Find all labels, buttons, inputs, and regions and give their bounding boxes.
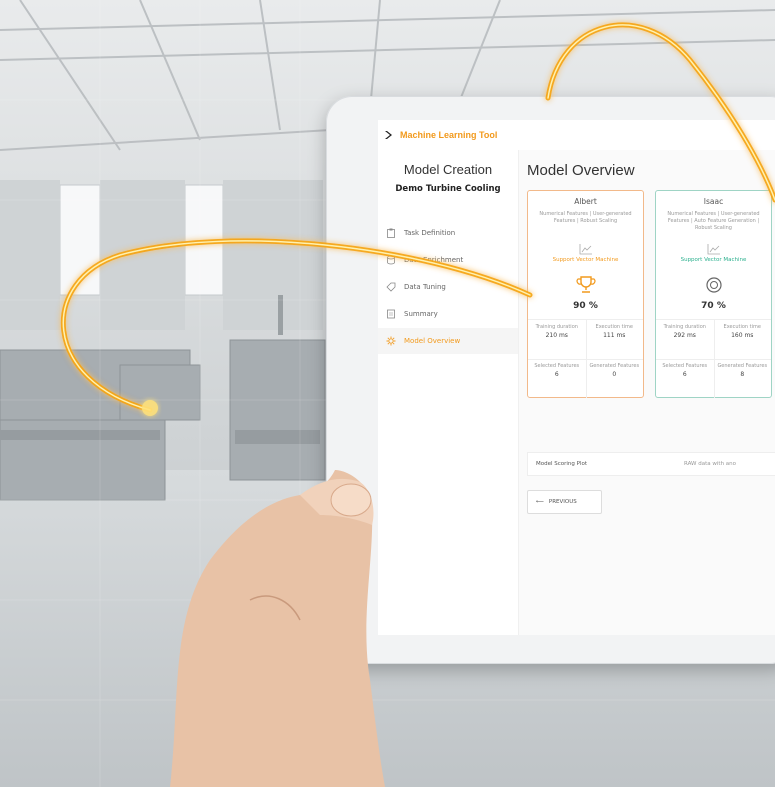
sidebar-item-label: Task Definition	[404, 229, 456, 237]
app-screen: Machine Learning Tool Model Creation Dem…	[378, 120, 775, 635]
gear-icon	[386, 336, 396, 346]
model-card-albert[interactable]: Albert Numerical Features | User-generat…	[527, 190, 644, 398]
metric-execution-time: Execution time 111 ms	[585, 320, 643, 360]
app-title: Machine Learning Tool	[400, 130, 498, 140]
metric-generated-features: Generated Features 8	[717, 363, 768, 378]
metric-execution-time: Execution time 160 ms	[713, 320, 771, 360]
sidebar-item-data-tuning[interactable]: Data Tuning	[378, 274, 518, 300]
model-card-isaac[interactable]: Isaac Numerical Features | User-generate…	[655, 190, 772, 398]
medal-icon	[705, 277, 722, 293]
sidebar-item-label: Data Tuning	[404, 283, 446, 291]
line-chart-icon	[579, 244, 592, 255]
model-score: 90 %	[573, 301, 598, 311]
sidebar-item-label: Model Overview	[404, 337, 461, 345]
model-description: Numerical Features | User-generated Feat…	[667, 211, 760, 231]
project-name: Demo Turbine Cooling	[395, 184, 501, 194]
previous-button-label: PREVIOUS	[548, 499, 577, 505]
app-logo-icon	[385, 131, 392, 139]
line-chart-icon	[707, 244, 720, 255]
arrow-left-icon: ⟵	[536, 499, 544, 505]
algorithm-label: Support Vector Machine	[552, 257, 619, 263]
database-icon	[387, 255, 395, 265]
sidebar: Model Creation Demo Turbine Cooling Task…	[378, 150, 519, 635]
tag-icon	[386, 282, 396, 292]
document-icon	[387, 309, 395, 319]
algorithm-label: Support Vector Machine	[680, 257, 747, 263]
sidebar-item-data-enrichment[interactable]: Data Enrichment	[378, 247, 518, 273]
model-description: Numerical Features | User-generated Feat…	[539, 211, 632, 224]
sidebar-item-label: Data Enrichment	[404, 256, 464, 264]
scoring-plot-label: Model Scoring Plot	[536, 461, 588, 467]
model-scoring-plot-panel[interactable]: Model Scoring Plot RAW data with ano	[527, 452, 775, 476]
sidebar-item-model-overview[interactable]: Model Overview	[378, 328, 518, 354]
model-score: 70 %	[701, 301, 726, 311]
scoring-plot-note: RAW data with ano	[684, 461, 737, 467]
sidebar-item-task-definition[interactable]: Task Definition	[378, 220, 518, 246]
metrics-grid: Training duration 210 ms Execution time 11…	[528, 319, 643, 398]
sidebar-heading: Model Creation	[403, 162, 493, 177]
trophy-icon	[576, 276, 595, 293]
model-name: Isaac	[703, 197, 724, 206]
app-header: Machine Learning Tool	[378, 120, 775, 151]
model-name: Albert	[574, 197, 597, 206]
main-panel: Model Overview Albert Numerical Features…	[519, 150, 775, 635]
metrics-grid: Training duration 292 ms Execution time 16…	[656, 319, 771, 398]
metric-generated-features: Generated Features 0	[589, 363, 640, 378]
sidebar-item-summary[interactable]: Summary	[378, 301, 518, 327]
sidebar-item-label: Summary	[404, 310, 438, 318]
metric-selected-features: Selected Features 6	[656, 359, 715, 398]
page-title: Model Overview	[527, 162, 635, 179]
metric-training-duration: Training duration 210 ms	[528, 320, 587, 360]
metric-training-duration: Training duration 292 ms	[656, 320, 715, 360]
previous-button[interactable]: ⟵ PREVIOUS	[527, 490, 602, 514]
clipboard-icon	[387, 228, 395, 238]
metric-selected-features: Selected Features 6	[528, 359, 587, 398]
